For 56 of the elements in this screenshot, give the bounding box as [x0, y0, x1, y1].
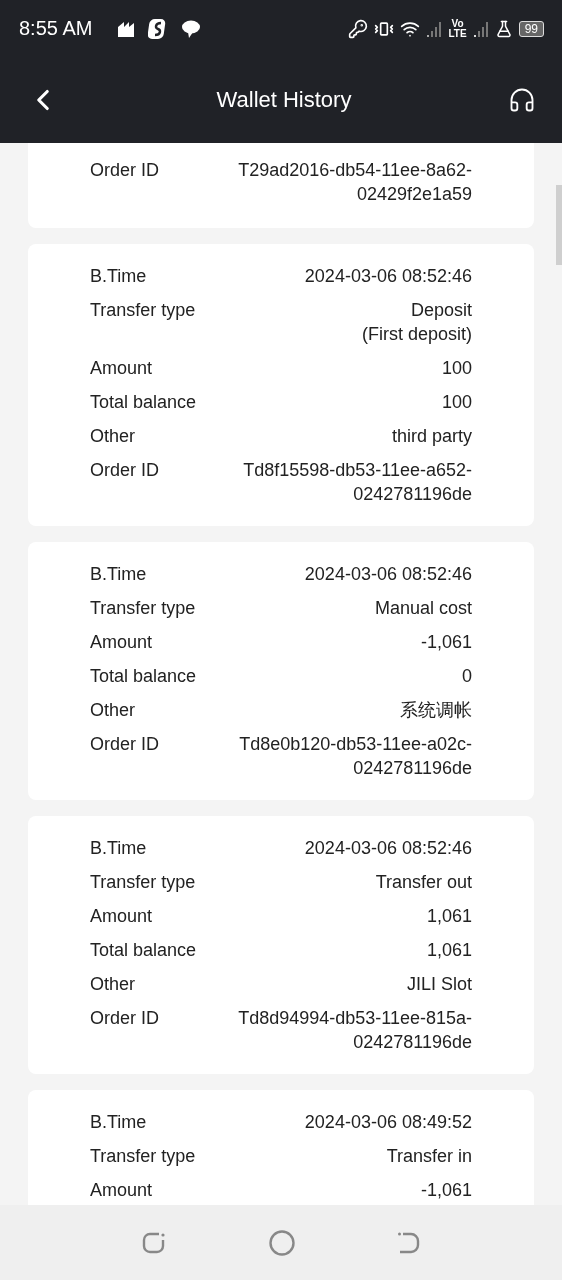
field-value: 100: [441, 357, 472, 380]
field-value: T29ad2016-db54-11ee-8a62- 02429f2e1a59: [238, 159, 472, 206]
key-icon: [348, 18, 369, 39]
field-label: Other: [90, 973, 136, 996]
field-value: Transfer in: [386, 1145, 472, 1168]
field-label: Transfer type: [90, 871, 196, 894]
field-label: B.Time: [90, 1111, 147, 1134]
field-label: Transfer type: [90, 299, 196, 322]
field-label: Amount: [90, 357, 153, 380]
home-icon[interactable]: [268, 1228, 296, 1257]
back-gesture-icon[interactable]: [397, 1230, 422, 1255]
field-value: Deposit (First deposit): [361, 299, 472, 346]
field-value: 0: [462, 665, 472, 688]
field-label: Order ID: [90, 159, 159, 182]
volte-label: Vo LTE: [448, 18, 467, 39]
field-label: Total balance: [90, 939, 197, 962]
flask-icon: [494, 19, 513, 38]
field-label: Order ID: [90, 459, 159, 482]
field-label: B.Time: [90, 837, 147, 860]
field-value: -1,061: [420, 631, 472, 654]
field-label: B.Time: [90, 265, 147, 288]
field-value: 2024-03-06 08:52:46: [304, 563, 472, 586]
field-value: Td8e0b120-db53-11ee-a02c- 0242781196de: [239, 733, 472, 780]
chat-icon: [180, 18, 203, 39]
field-value: 系统调帐: [400, 699, 472, 722]
field-label: Total balance: [90, 665, 197, 688]
field-value: Manual cost: [374, 597, 472, 620]
field-value: Transfer out: [375, 871, 472, 894]
field-label: Transfer type: [90, 1145, 196, 1168]
field-value: 1,061: [426, 939, 472, 962]
field-label: Amount: [90, 905, 153, 928]
clock-time: 8:55 AM: [19, 17, 93, 40]
field-value: Td8d94994-db53-11ee-815a- 0242781196de: [238, 1007, 472, 1054]
field-label: Other: [90, 425, 136, 448]
field-label: Transfer type: [90, 597, 196, 620]
page-title: Wallet History: [216, 87, 352, 113]
field-label: Total balance: [90, 391, 197, 414]
field-value: JILI Slot: [406, 973, 472, 996]
field-value: -1,061: [420, 1179, 472, 1202]
field-label: Order ID: [90, 1007, 159, 1030]
battery-level: 99: [518, 20, 544, 37]
field-value: 2024-03-06 08:52:46: [304, 265, 472, 288]
signal-icon: [472, 19, 489, 38]
headset-icon[interactable]: [508, 86, 536, 114]
field-label: Other: [90, 699, 136, 722]
field-value: third party: [391, 425, 472, 448]
field-label: B.Time: [90, 563, 147, 586]
signal-icon: [426, 19, 443, 38]
field-value: Td8f15598-db53-11ee-a652- 0242781196de: [243, 459, 472, 506]
field-value: 1,061: [426, 905, 472, 928]
field-label: Amount: [90, 631, 153, 654]
field-value: 2024-03-06 08:52:46: [304, 837, 472, 860]
field-value: 2024-03-06 08:49:52: [304, 1111, 472, 1134]
field-label: Order ID: [90, 733, 159, 756]
field-label: Amount: [90, 1179, 153, 1202]
field-value: 100: [441, 391, 472, 414]
